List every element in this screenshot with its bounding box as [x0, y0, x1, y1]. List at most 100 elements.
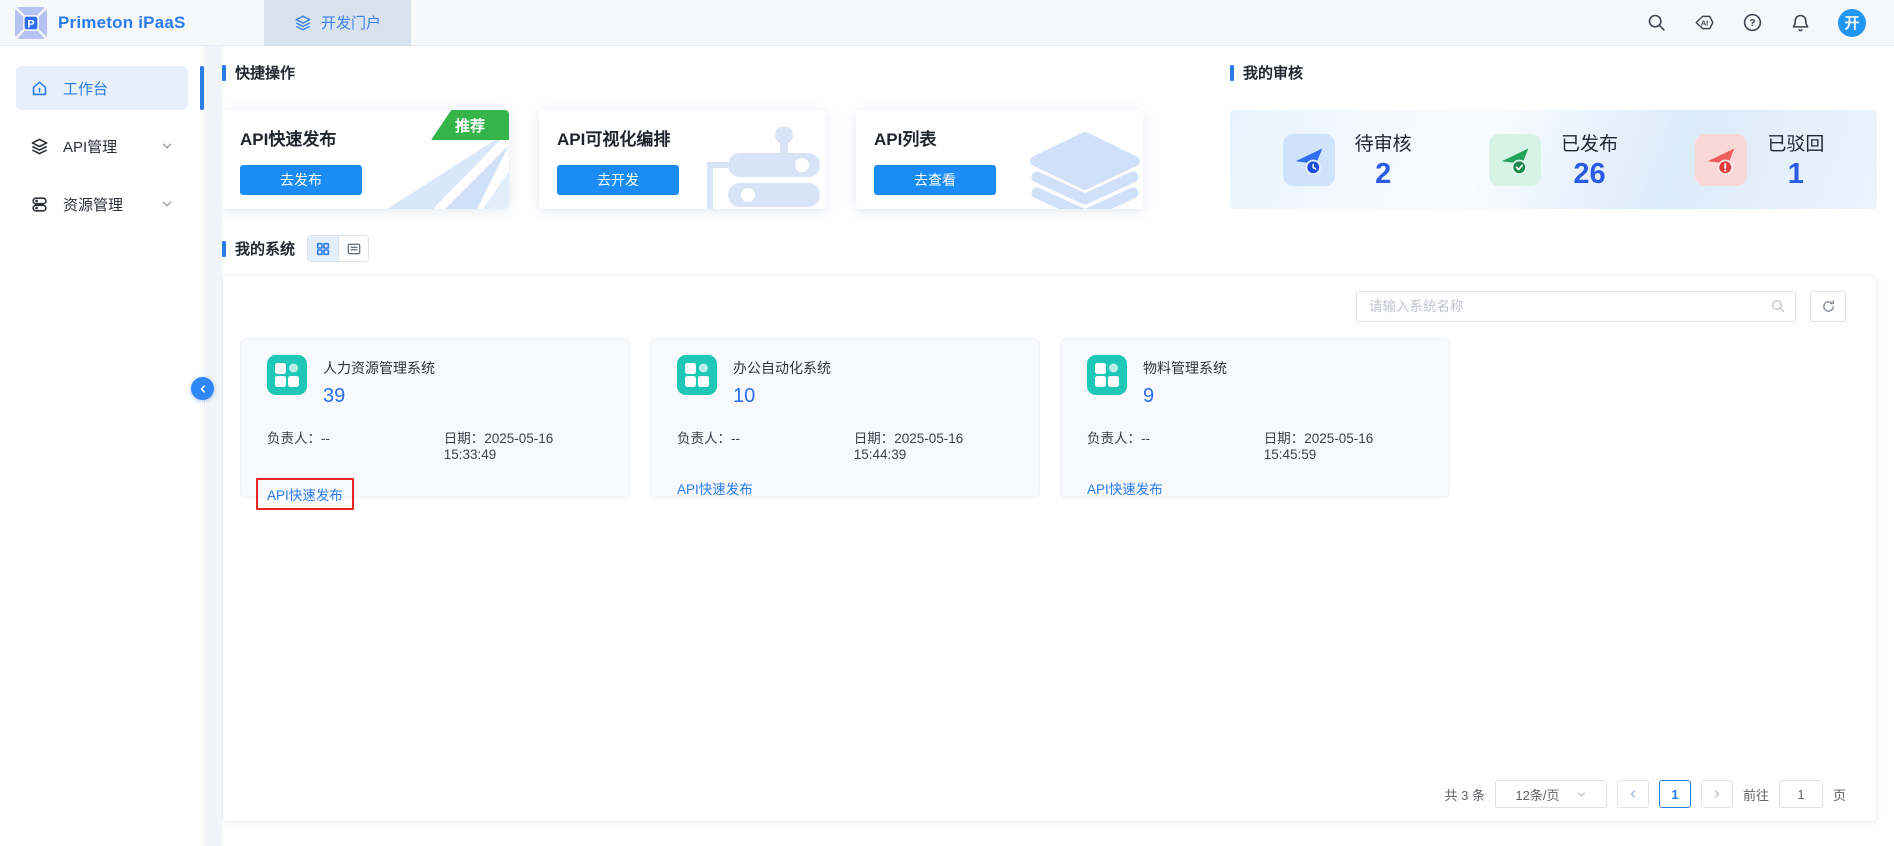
my-systems-header: 我的系统	[222, 235, 1894, 262]
tab-dev-portal[interactable]: 开发门户	[264, 0, 411, 46]
stat-pending-review: 待审核 2	[1283, 129, 1412, 191]
review-stats-card: 待审核 2 已发布 26	[1230, 110, 1877, 209]
page-unit-label: 页	[1833, 785, 1846, 804]
system-card-hr[interactable]: 人力资源管理系统 39 负责人：-- 日期：2025-05-16 15:33:4…	[240, 338, 630, 498]
ai-assistant-icon[interactable]: AI	[1694, 12, 1715, 33]
layers-icon	[30, 137, 49, 156]
stat-rejected: 已驳回 1	[1695, 129, 1824, 191]
title-accent-bar	[1230, 65, 1234, 81]
refresh-button[interactable]	[1810, 291, 1846, 322]
chevron-down-icon	[160, 139, 174, 153]
section-title-my-systems: 我的系统	[222, 238, 295, 259]
page-size-select[interactable]: 12条/页	[1495, 780, 1607, 808]
go-develop-button[interactable]: 去开发	[557, 165, 679, 195]
svg-text:AI: AI	[1701, 18, 1708, 27]
section-title-my-review: 我的审核	[1230, 62, 1877, 83]
stat-label: 已驳回	[1767, 129, 1824, 156]
search-icon	[1770, 298, 1786, 314]
tab-dev-portal-label: 开发门户	[321, 12, 381, 33]
prev-page-button[interactable]	[1617, 780, 1649, 808]
system-api-count: 10	[733, 385, 831, 408]
stat-published: 已发布 26	[1489, 129, 1618, 191]
search-icon[interactable]	[1646, 12, 1667, 33]
bell-icon[interactable]	[1790, 12, 1811, 33]
next-page-button[interactable]	[1701, 780, 1733, 808]
goto-label: 前往	[1743, 785, 1769, 804]
refresh-icon	[1821, 299, 1836, 314]
stat-value: 26	[1561, 158, 1618, 191]
quick-action-title: API列表	[874, 125, 1125, 150]
chevron-right-icon	[1711, 788, 1723, 800]
svg-text:?: ?	[1749, 18, 1755, 29]
system-card-oa[interactable]: 办公自动化系统 10 负责人：-- 日期：2025-05-16 15:44:39…	[650, 338, 1040, 498]
grid-view-toggle[interactable]	[308, 236, 338, 261]
chevron-down-icon	[1576, 789, 1587, 800]
system-name: 办公自动化系统	[733, 355, 831, 378]
paper-plane-check-icon	[1489, 134, 1541, 186]
quick-action-card-api-publish: API快速发布 推荐 去发布	[222, 110, 509, 209]
sidebar-item-workbench[interactable]: 工作台	[16, 66, 188, 110]
title-accent-bar	[222, 241, 226, 257]
active-item-indicator	[200, 66, 204, 110]
paper-plane-clock-icon	[1283, 134, 1335, 186]
system-api-count: 39	[323, 385, 435, 408]
api-quick-publish-link[interactable]: API快速发布	[677, 482, 753, 497]
help-icon[interactable]: ?	[1742, 12, 1763, 33]
sidebar-item-label: API管理	[63, 136, 117, 157]
go-view-button[interactable]: 去查看	[874, 165, 996, 195]
brand: P Primeton iPaaS	[0, 6, 264, 40]
system-owner: 负责人：--	[1087, 427, 1264, 462]
system-name: 人力资源管理系统	[323, 355, 435, 378]
server-icon	[30, 195, 49, 214]
sidebar-item-api-management[interactable]: API管理	[16, 124, 188, 168]
chevron-down-icon	[160, 197, 174, 211]
title-accent-bar	[222, 65, 226, 81]
my-review-section: 我的审核 待审核 2	[1230, 62, 1894, 209]
app-grid-icon	[267, 355, 307, 395]
system-search-input[interactable]	[1356, 291, 1796, 322]
chevron-left-icon	[1627, 788, 1639, 800]
goto-page-input[interactable]	[1779, 780, 1823, 808]
layers-icon	[294, 14, 312, 32]
sidebar-item-resource-management[interactable]: 资源管理	[16, 182, 188, 226]
page-number-1[interactable]: 1	[1659, 780, 1691, 808]
pagination: 共 3 条 12条/页 1 前往 页	[1445, 780, 1847, 808]
chevron-left-icon	[197, 383, 209, 395]
layout-gutter	[206, 46, 222, 846]
user-avatar[interactable]: 开	[1838, 9, 1866, 37]
sidebar-collapse-button[interactable]	[191, 377, 214, 400]
quick-action-title: API可视化编排	[557, 125, 808, 150]
pagination-total: 共 3 条	[1445, 785, 1485, 804]
api-quick-publish-link[interactable]: API快速发布	[1087, 482, 1163, 497]
api-quick-publish-link[interactable]: API快速发布	[267, 488, 343, 503]
section-title-quick-actions: 快捷操作	[222, 62, 1230, 83]
sidebar: 工作台 API管理 资源管理	[0, 46, 205, 846]
system-owner: 负责人：--	[677, 427, 854, 462]
stat-label: 待审核	[1355, 129, 1412, 156]
paper-plane-alert-icon	[1695, 134, 1747, 186]
system-api-count: 9	[1143, 385, 1227, 408]
system-date: 日期：2025-05-16 15:44:39	[854, 427, 1013, 462]
grid-icon	[315, 241, 331, 257]
go-publish-button[interactable]: 去发布	[240, 165, 362, 195]
quick-action-card-api-orchestration: API可视化编排 去开发	[539, 110, 826, 209]
system-owner: 负责人：--	[267, 427, 444, 462]
quick-actions-section: 快捷操作 API快速发布 推荐 去发布 API可视化编排 去开发	[222, 62, 1230, 209]
sidebar-item-label: 资源管理	[63, 194, 123, 215]
main-content: 快捷操作 API快速发布 推荐 去发布 API可视化编排 去开发	[222, 46, 1894, 846]
view-toggle-group	[307, 235, 369, 262]
home-icon	[30, 79, 49, 98]
app-grid-icon	[1087, 355, 1127, 395]
stat-value: 2	[1355, 158, 1412, 191]
stat-label: 已发布	[1561, 129, 1618, 156]
system-card-material[interactable]: 物料管理系统 9 负责人：-- 日期：2025-05-16 15:45:59 A…	[1060, 338, 1450, 498]
quick-action-card-api-list: API列表 去查看	[856, 110, 1143, 209]
brand-name: Primeton iPaaS	[58, 13, 186, 33]
system-date: 日期：2025-05-16 15:45:59	[1264, 427, 1423, 462]
list-view-toggle[interactable]	[338, 236, 368, 261]
stat-value: 1	[1767, 158, 1824, 191]
my-systems-panel: 人力资源管理系统 39 负责人：-- 日期：2025-05-16 15:33:4…	[222, 275, 1877, 822]
sidebar-item-label: 工作台	[63, 78, 108, 99]
svg-text:P: P	[27, 18, 34, 30]
primeton-logo-icon: P	[14, 6, 48, 40]
